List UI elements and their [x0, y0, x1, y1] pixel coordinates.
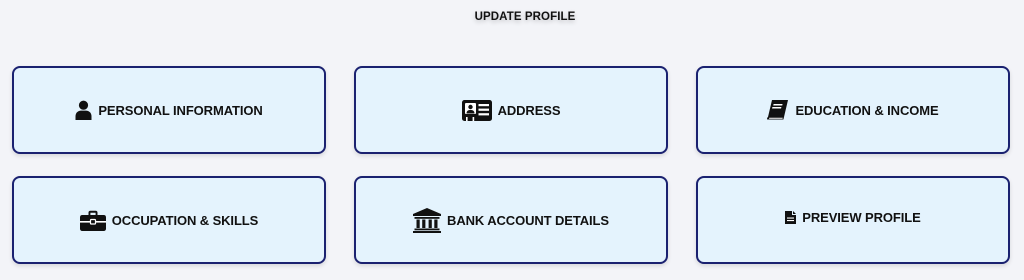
document-icon	[785, 211, 797, 224]
bank-account-details-card[interactable]: BANK ACCOUNT DETAILS	[354, 176, 668, 264]
card-content: EDUCATION & INCOME	[767, 99, 939, 121]
address-card[interactable]: ADDRESS	[354, 66, 668, 154]
card-content: OCCUPATION & SKILLS	[79, 210, 259, 231]
preview-profile-label: PREVIEW PROFILE	[802, 210, 921, 225]
address-card-icon	[461, 99, 492, 121]
occupation-skills-card[interactable]: OCCUPATION & SKILLS	[12, 176, 326, 264]
education-income-card[interactable]: EDUCATION & INCOME	[696, 66, 1010, 154]
card-content: PREVIEW PROFILE	[785, 210, 921, 225]
user-icon	[75, 100, 92, 120]
bank-icon	[413, 207, 442, 233]
bank-account-details-label: BANK ACCOUNT DETAILS	[447, 212, 609, 228]
card-content: PERSONAL INFORMATION	[75, 100, 263, 120]
occupation-skills-label: OCCUPATION & SKILLS	[111, 212, 259, 228]
page-title: UPDATE PROFILE	[474, 11, 576, 23]
personal-information-label: PERSONAL INFORMATION	[98, 102, 263, 118]
card-content: BANK ACCOUNT DETAILS	[413, 207, 609, 233]
briefcase-icon	[79, 210, 106, 231]
preview-profile-card[interactable]: PREVIEW PROFILE	[696, 176, 1010, 264]
personal-information-card[interactable]: PERSONAL INFORMATION	[12, 66, 326, 154]
book-icon	[767, 99, 789, 121]
education-income-label: EDUCATION & INCOME	[795, 102, 939, 118]
address-label: ADDRESS	[497, 102, 561, 118]
card-content: ADDRESS	[461, 99, 561, 121]
